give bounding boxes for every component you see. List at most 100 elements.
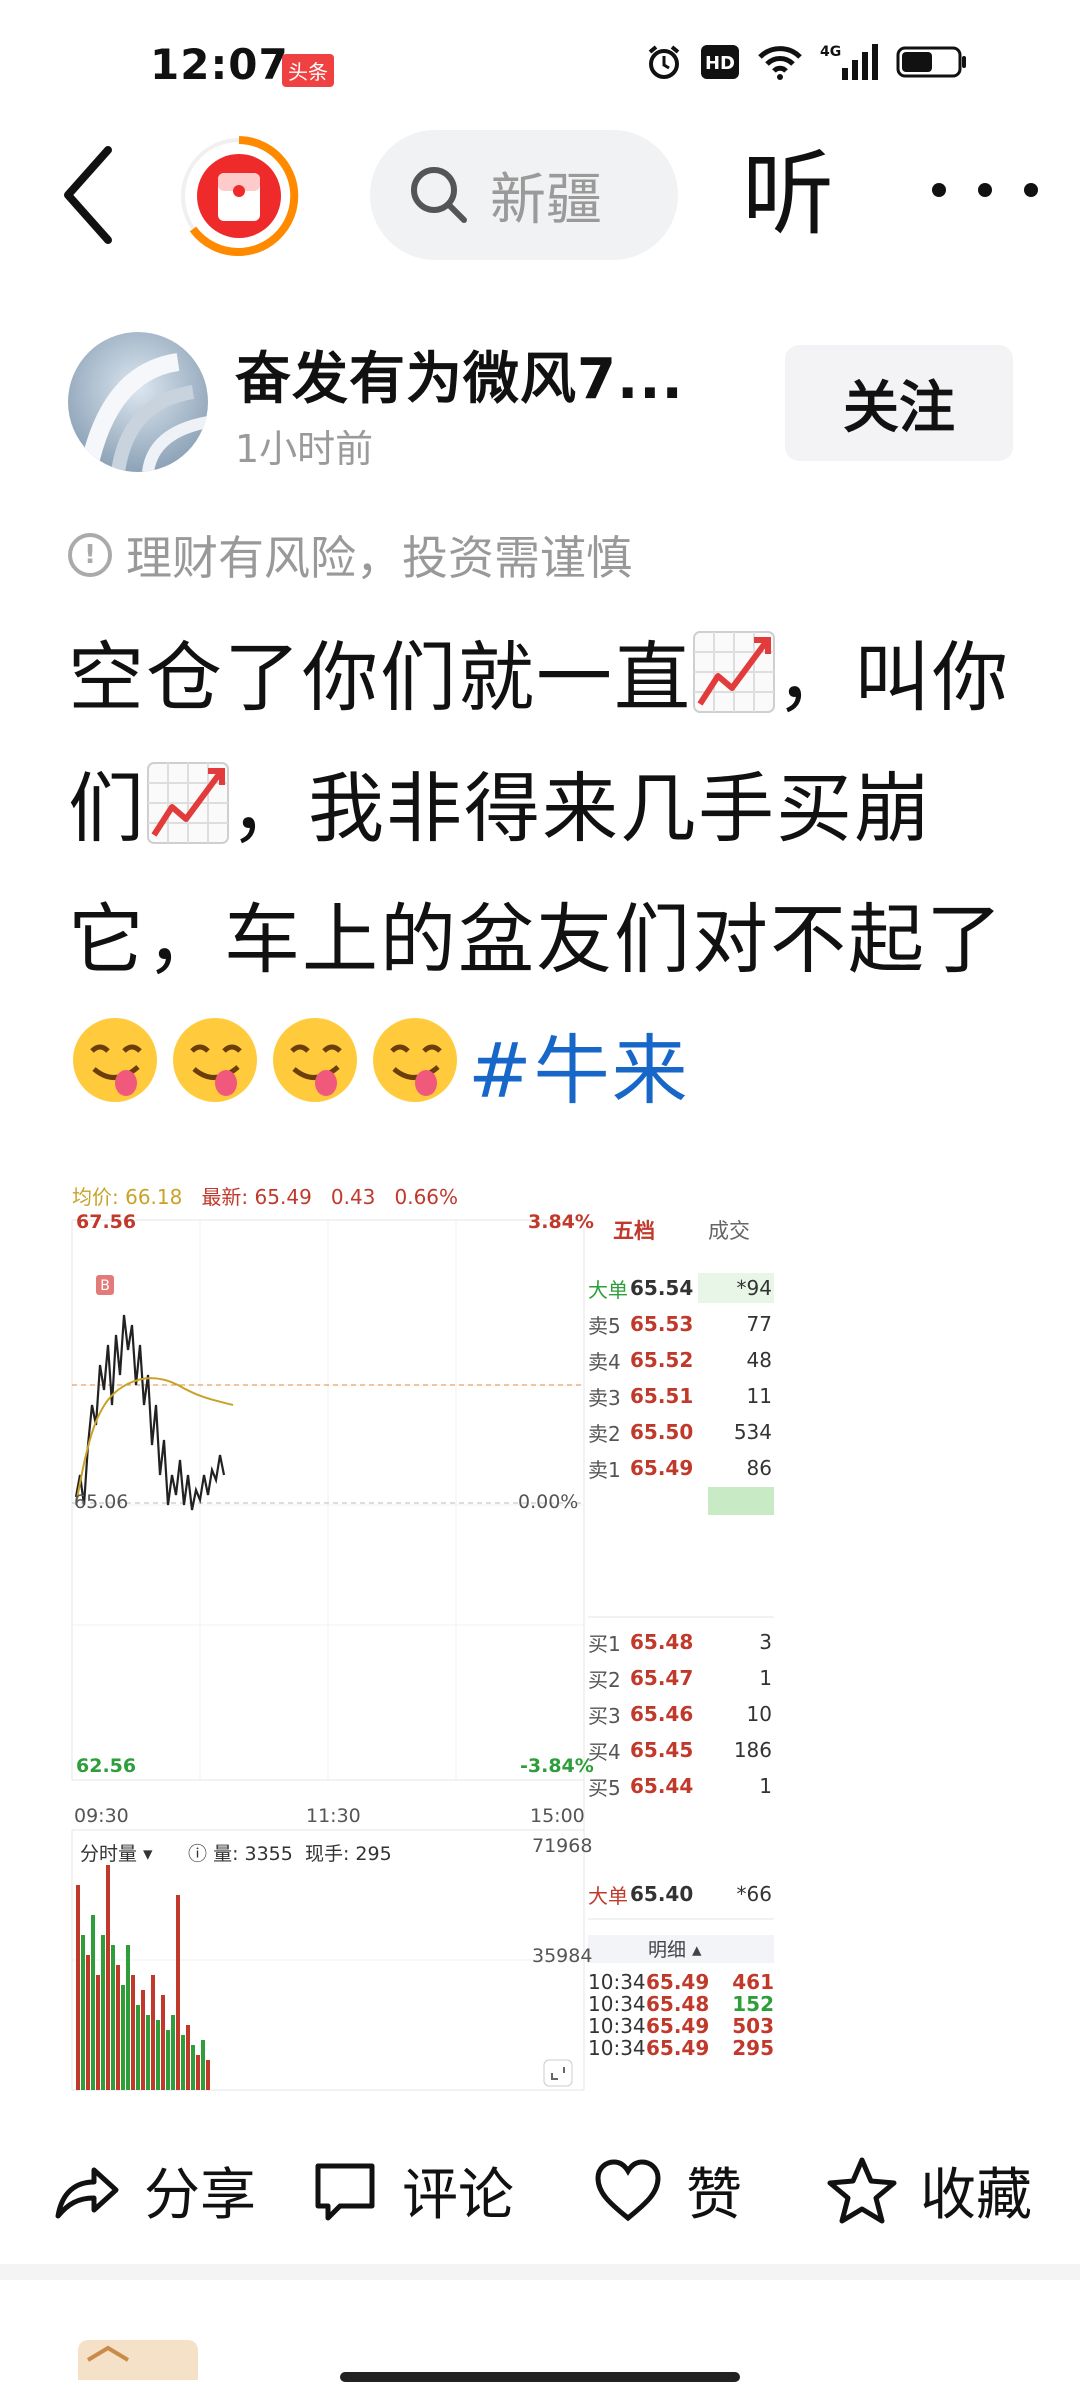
- ob-price: 65.50: [630, 1420, 694, 1444]
- order-book-row: 买1 65.48 3: [588, 1625, 778, 1659]
- detail-header[interactable]: 明细 ▴: [648, 1935, 702, 1962]
- help-icon: ⓘ: [188, 1843, 208, 1865]
- ob-vol: 186: [733, 1738, 772, 1762]
- ob-label: 卖3: [588, 1385, 621, 1410]
- risk-text: 理财有风险，投资需谨慎: [126, 531, 632, 585]
- hashtag-link[interactable]: #牛来: [468, 1026, 690, 1115]
- time-mid: 11:30: [306, 1805, 361, 1827]
- heart-icon: [595, 2158, 661, 2221]
- wifi-icon: [756, 43, 804, 81]
- ob-price: 65.49: [630, 1456, 694, 1480]
- order-book-row: 买5 65.44 1: [588, 1769, 778, 1803]
- comment-button[interactable]: 评论: [310, 2150, 514, 2231]
- yum-face-icon: [373, 1018, 457, 1102]
- volume-value: 量: 3355: [213, 1843, 293, 1865]
- ob-label: 大单: [588, 1883, 628, 1908]
- alarm-icon: [644, 42, 684, 82]
- vol-max: 71968: [532, 1835, 593, 1857]
- tick-time: 10:34: [588, 2036, 646, 2060]
- yum-face-icon: [73, 1018, 157, 1102]
- tick-price: 65.49: [646, 1970, 710, 1994]
- chart-header: 均价: 66.18 最新: 65.49 0.43 0.66%: [72, 1181, 458, 1210]
- tab-trades[interactable]: 成交: [708, 1215, 750, 1245]
- ob-vol: 10: [746, 1702, 772, 1726]
- ob-label: 大单: [588, 1277, 628, 1302]
- pct-zero: 0.00%: [518, 1491, 579, 1513]
- status-icons: HD 4G: [644, 42, 968, 82]
- ob-price: 65.54: [630, 1276, 694, 1300]
- ob-label: 卖2: [588, 1421, 621, 1446]
- ob-price: 65.47: [630, 1666, 694, 1690]
- tick-price: 65.49: [646, 2036, 710, 2060]
- ob-vol: 48: [746, 1348, 772, 1372]
- yum-face-icon: [273, 1018, 357, 1102]
- home-indicator[interactable]: [340, 2372, 740, 2382]
- ob-vol: 534: [733, 1420, 772, 1444]
- price-high: 67.56: [76, 1211, 137, 1233]
- share-button[interactable]: 分享: [52, 2150, 256, 2231]
- tick-price: 65.49: [646, 2014, 710, 2038]
- tick-vol: 295: [732, 2036, 774, 2060]
- author-name[interactable]: 奋发有为微风7...: [235, 334, 684, 415]
- listen-button[interactable]: 听: [742, 140, 834, 250]
- order-book-row: 买4 65.45 186: [588, 1733, 778, 1767]
- redpacket-icon[interactable]: [178, 135, 300, 257]
- ob-price: 65.46: [630, 1702, 694, 1726]
- next-post-avatar[interactable]: [68, 2320, 208, 2380]
- volume-info: ⓘ 量: 3355 现手: 295: [188, 1839, 392, 1866]
- tab-five-levels[interactable]: 五档: [613, 1215, 655, 1245]
- tick-row: 10:34 65.49 461: [588, 1970, 778, 1994]
- follow-button[interactable]: 关注: [785, 345, 1013, 461]
- ob-label: 买4: [588, 1739, 621, 1764]
- favorite-button[interactable]: 收藏: [826, 2150, 1032, 2231]
- ob-vol: 3: [759, 1630, 772, 1654]
- share-label: 分享: [144, 2163, 256, 2228]
- tick-vol: 152: [732, 1992, 774, 2016]
- tick-row: 10:34 65.48 152: [588, 1992, 778, 2016]
- tick-time: 10:34: [588, 1992, 646, 2016]
- search-placeholder: 新疆: [490, 167, 602, 233]
- post-content: 空仓了你们就一直 ，叫你们 ，我非得来几手买崩它，车上的盆友们对不起了#牛来: [68, 612, 1028, 1136]
- ob-vol: 1: [759, 1774, 772, 1798]
- volume-dropdown[interactable]: 分时量 ▾: [80, 1839, 153, 1866]
- like-button[interactable]: 赞: [592, 2150, 742, 2231]
- tick-row: 10:34 65.49 295: [588, 2036, 778, 2060]
- order-book-row: 卖2 65.50 534: [588, 1415, 778, 1449]
- more-icon[interactable]: [925, 160, 1045, 220]
- order-book-row: 买2 65.47 1: [588, 1661, 778, 1695]
- author-avatar[interactable]: [68, 332, 208, 472]
- status-bar: 12:07 头条 HD 4G: [0, 0, 1080, 120]
- ob-vol: 86: [746, 1456, 772, 1480]
- tick-row: 10:34 65.49 503: [588, 2014, 778, 2038]
- search-bar[interactable]: 新疆: [370, 130, 678, 260]
- change-label: 0.43: [330, 1185, 376, 1209]
- share-icon: [55, 2167, 119, 2218]
- like-label: 赞: [686, 2163, 742, 2228]
- favorite-label: 收藏: [920, 2163, 1032, 2228]
- post-time: 1小时前: [235, 427, 374, 471]
- signal-icon: 4G: [820, 42, 880, 82]
- price-open: 65.06: [74, 1491, 129, 1513]
- star-icon: [827, 2157, 897, 2223]
- pct-low: -3.84%: [520, 1755, 594, 1777]
- time-start: 09:30: [74, 1805, 129, 1827]
- price-low: 62.56: [76, 1755, 137, 1777]
- ob-price: 65.52: [630, 1348, 694, 1372]
- toutiao-badge: 头条: [282, 54, 334, 87]
- ob-label: 卖4: [588, 1349, 621, 1374]
- order-book-row: 卖1 65.49 86: [588, 1451, 778, 1485]
- back-button[interactable]: [58, 140, 128, 250]
- ob-price: 65.51: [630, 1384, 694, 1408]
- vol-mid: 35984: [532, 1945, 593, 1967]
- order-book-row: 买3 65.46 10: [588, 1697, 778, 1731]
- stock-chart-image[interactable]: B 均价: 66.18 最新: 65.49 0.43 0.66% 67.56 3…: [68, 1175, 778, 2105]
- detail-label: 明细: [648, 1939, 687, 1961]
- buy-marker: B: [100, 1278, 110, 1294]
- hd-icon: HD: [700, 44, 740, 80]
- tick-vol: 503: [732, 2014, 774, 2038]
- order-book-row: 卖4 65.52 48: [588, 1343, 778, 1377]
- risk-notice: ! 理财有风险，投资需谨慎: [68, 522, 632, 588]
- time-end: 15:00: [530, 1805, 585, 1827]
- ob-label: 买3: [588, 1703, 621, 1728]
- current-hand: 现手: 295: [304, 1843, 392, 1865]
